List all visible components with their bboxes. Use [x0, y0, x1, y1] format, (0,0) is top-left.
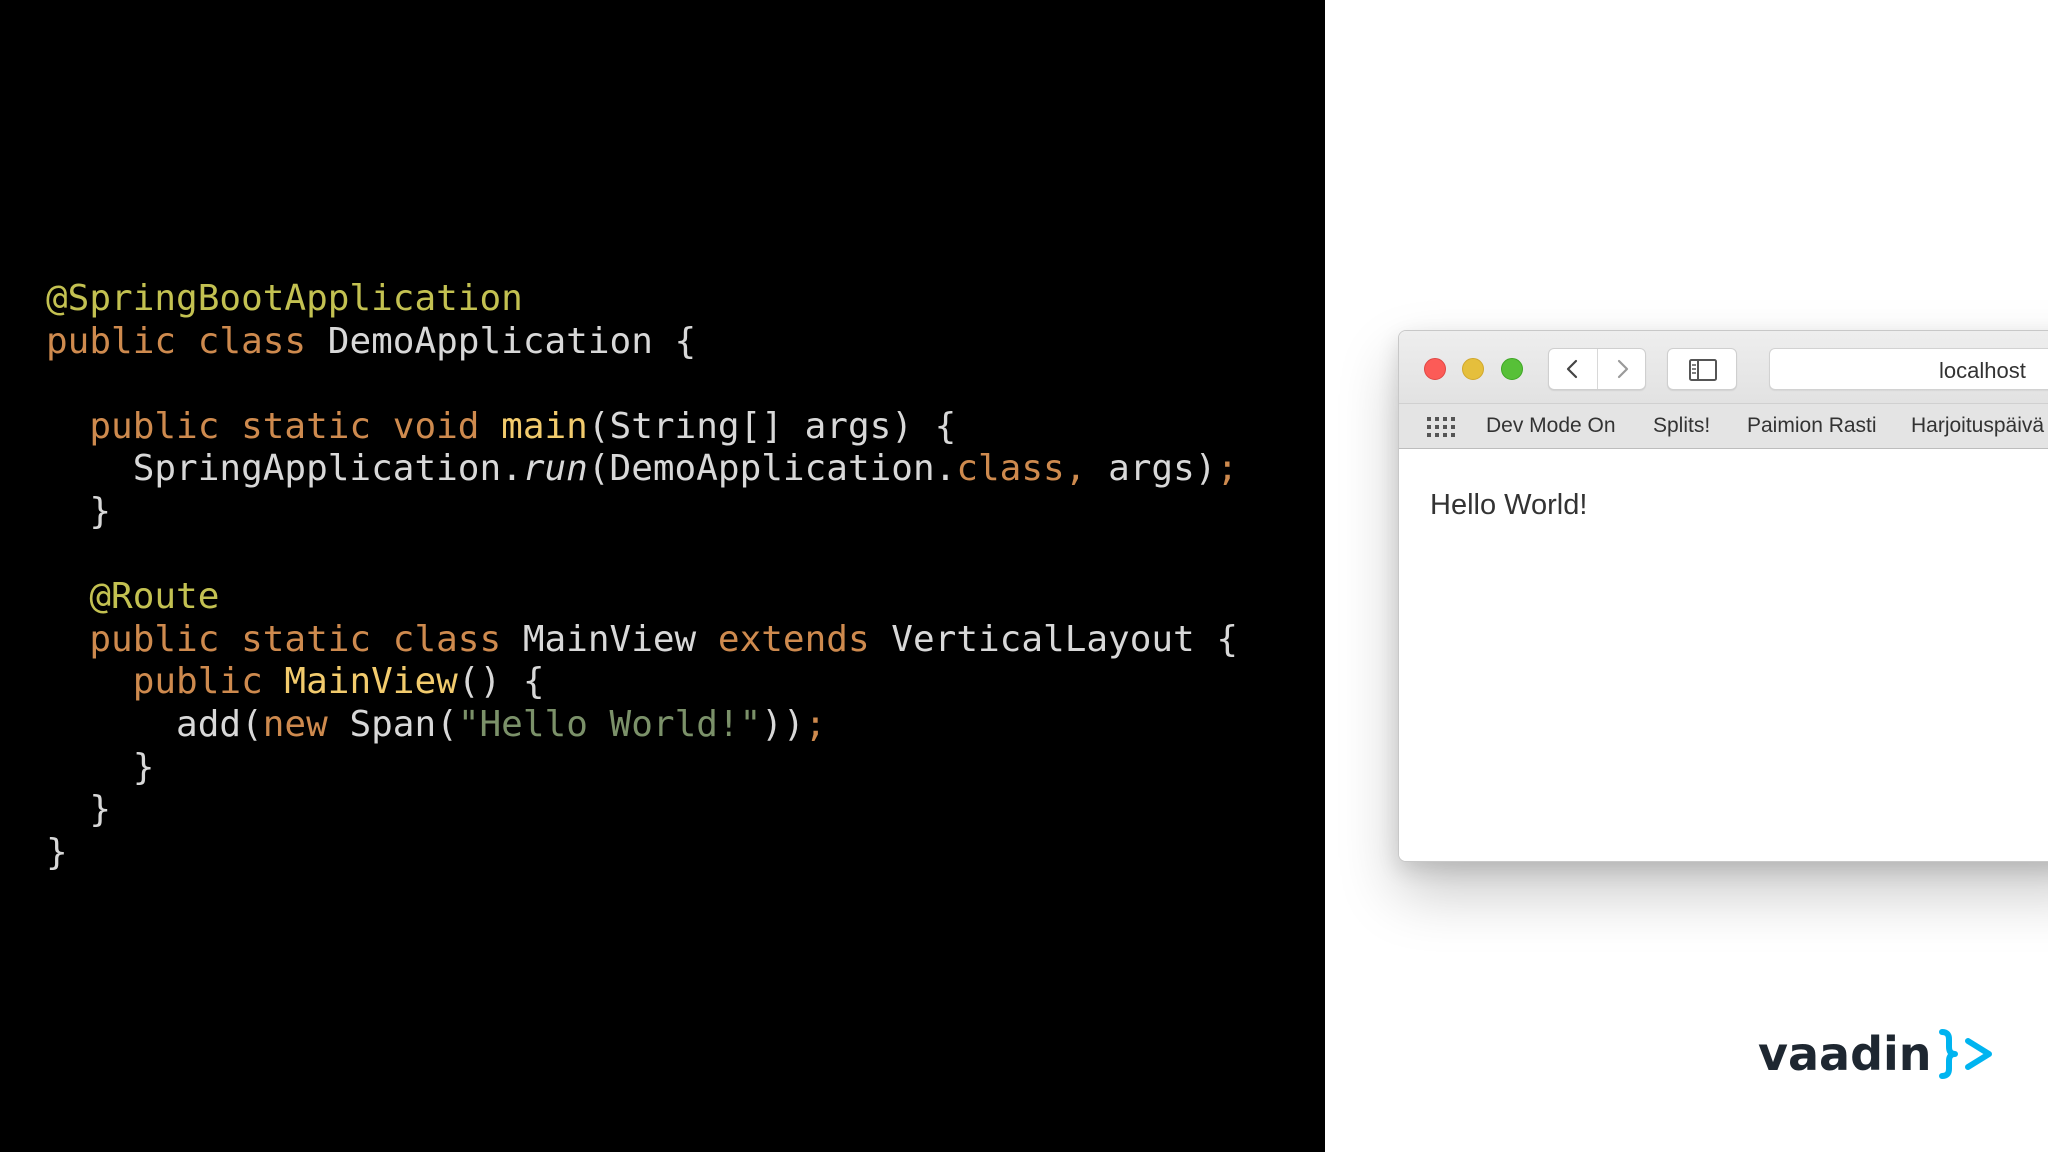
code-token: public static class [46, 618, 523, 660]
bookmark-harjoituspaiva[interactable]: Harjoituspäivä [1911, 414, 2044, 438]
grid-icon[interactable] [1427, 417, 1455, 437]
code-token: } [46, 746, 155, 788]
code-token: extends [717, 618, 892, 660]
forward-button[interactable] [1598, 349, 1646, 389]
code-panel: @SpringBootApplication public class DemoA… [0, 0, 1325, 1152]
hello-world-span: Hello World! [1430, 489, 1588, 521]
bookmark-splits[interactable]: Splits! [1653, 414, 1710, 438]
vaadin-logo-text: vaadin [1758, 1027, 1932, 1081]
code-token: add( [46, 703, 263, 745]
chevron-left-icon [1566, 359, 1578, 379]
browser-window: localhost Dev Mode On Splits! Paimion Ra… [1398, 330, 2048, 862]
vaadin-logo: vaadin [1758, 1024, 1998, 1084]
code-token: Span( [349, 703, 458, 745]
code-token: , [1064, 448, 1109, 490]
sidebar-icon [1689, 359, 1717, 381]
code-line: } [46, 491, 1238, 534]
code-line: public static void main(String[] args) { [46, 406, 1238, 449]
code-token: )) [761, 703, 805, 745]
code-line: @SpringBootApplication [46, 278, 1238, 321]
code-token: } [46, 831, 68, 873]
code-token: ; [804, 703, 827, 745]
bookmark-dev-mode-on[interactable]: Dev Mode On [1486, 414, 1616, 438]
back-button[interactable] [1549, 349, 1598, 389]
code-token: public [46, 661, 285, 703]
code-token: MainView [284, 661, 458, 703]
code-editor: @SpringBootApplication public class DemoA… [46, 278, 1238, 874]
address-url: localhost [1939, 358, 2026, 383]
code-token: (String[] args) { [587, 405, 957, 447]
close-window-button[interactable] [1424, 358, 1446, 380]
bookmarks-bar: Dev Mode On Splits! Paimion Rasti Harjoi… [1399, 403, 2048, 449]
zoom-window-button[interactable] [1501, 358, 1523, 380]
chevron-right-icon [1617, 359, 1629, 379]
code-line: @Route [46, 576, 1238, 619]
bookmark-paimion-rasti[interactable]: Paimion Rasti [1747, 414, 1877, 438]
code-token: @Route [46, 576, 220, 618]
code-token: run [522, 448, 588, 490]
code-token: ; [1216, 448, 1239, 490]
code-token: "Hello World!" [457, 703, 762, 745]
code-token: MainView [522, 618, 718, 660]
minimize-window-button[interactable] [1462, 358, 1484, 380]
code-token: } [46, 490, 112, 532]
code-line: add(new Span("Hello World!")); [46, 704, 1238, 747]
code-token: class [956, 448, 1065, 490]
code-token: public class [46, 320, 328, 362]
code-token: } [46, 789, 112, 831]
code-token: new [262, 703, 350, 745]
code-token: SpringApplication. [46, 448, 523, 490]
sidebar-toggle-button[interactable] [1667, 348, 1737, 390]
web-page-content: Hello World! [1399, 449, 2048, 861]
code-token: @SpringBootApplication [46, 278, 523, 319]
code-line: public static class MainView extends Ver… [46, 619, 1238, 662]
code-token: (DemoApplication. [587, 448, 957, 490]
vaadin-bracket-icon [1938, 1029, 1992, 1079]
code-token: args) [1108, 448, 1217, 490]
code-token: public static void [46, 405, 502, 447]
browser-toolbar: localhost [1399, 331, 2048, 403]
code-line: } [46, 832, 1238, 875]
code-line: } [46, 747, 1238, 790]
code-token: DemoApplication { [327, 320, 697, 362]
code-line: SpringApplication.run(DemoApplication.cl… [46, 448, 1238, 491]
code-line: } [46, 789, 1238, 832]
code-line: public MainView() { [46, 661, 1238, 704]
history-navigation [1548, 348, 1646, 390]
code-token: main [501, 405, 588, 447]
code-token: () { [457, 661, 545, 703]
address-bar[interactable]: localhost [1769, 348, 2048, 390]
code-line: public class DemoApplication { [46, 321, 1238, 364]
code-token: VerticalLayout { [891, 618, 1239, 660]
